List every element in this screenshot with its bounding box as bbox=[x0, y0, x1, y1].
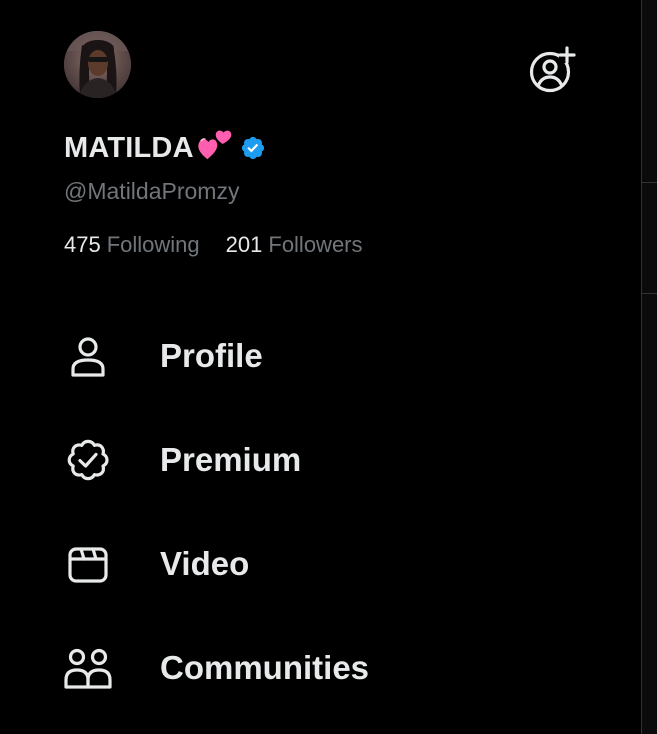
divider bbox=[642, 293, 657, 294]
avatar-image bbox=[64, 31, 131, 98]
divider bbox=[642, 182, 657, 183]
two-hearts-emoji bbox=[198, 130, 232, 160]
verified-badge-icon bbox=[64, 436, 112, 484]
follow-stats: 475 Following 201 Followers bbox=[64, 232, 363, 258]
menu-item-video[interactable]: Video bbox=[64, 534, 584, 594]
menu-item-premium[interactable]: Premium bbox=[64, 430, 584, 490]
display-name-row: MATILDA bbox=[64, 128, 266, 168]
following-count: 475 bbox=[64, 232, 101, 257]
menu-item-label: Profile bbox=[160, 337, 263, 374]
display-name: MATILDA bbox=[64, 131, 194, 164]
menu-item-profile[interactable]: Profile bbox=[64, 326, 584, 386]
menu-item-label: Communities bbox=[160, 649, 370, 686]
menu-item-communities[interactable]: Communities bbox=[64, 638, 584, 698]
drawer-overlay-edge bbox=[641, 0, 657, 734]
side-drawer: MATILDA @MatildaPromzy 475 Following 201 F… bbox=[0, 0, 641, 734]
followers-label: Followers bbox=[268, 232, 363, 257]
verified-badge-icon[interactable] bbox=[240, 135, 266, 161]
add-account-button[interactable] bbox=[526, 44, 578, 96]
following-link[interactable]: 475 Following bbox=[64, 232, 200, 258]
person-icon bbox=[64, 332, 112, 380]
add-account-icon bbox=[529, 46, 576, 93]
video-clapper-icon bbox=[64, 540, 112, 588]
following-label: Following bbox=[106, 232, 200, 257]
menu-item-label: Premium bbox=[160, 441, 302, 478]
communities-icon bbox=[64, 644, 112, 692]
avatar[interactable] bbox=[64, 31, 131, 98]
followers-count: 201 bbox=[225, 232, 263, 257]
user-handle: @MatildaPromzy bbox=[64, 178, 240, 204]
followers-link[interactable]: 201 Followers bbox=[226, 232, 363, 258]
menu-item-label: Video bbox=[160, 545, 250, 582]
